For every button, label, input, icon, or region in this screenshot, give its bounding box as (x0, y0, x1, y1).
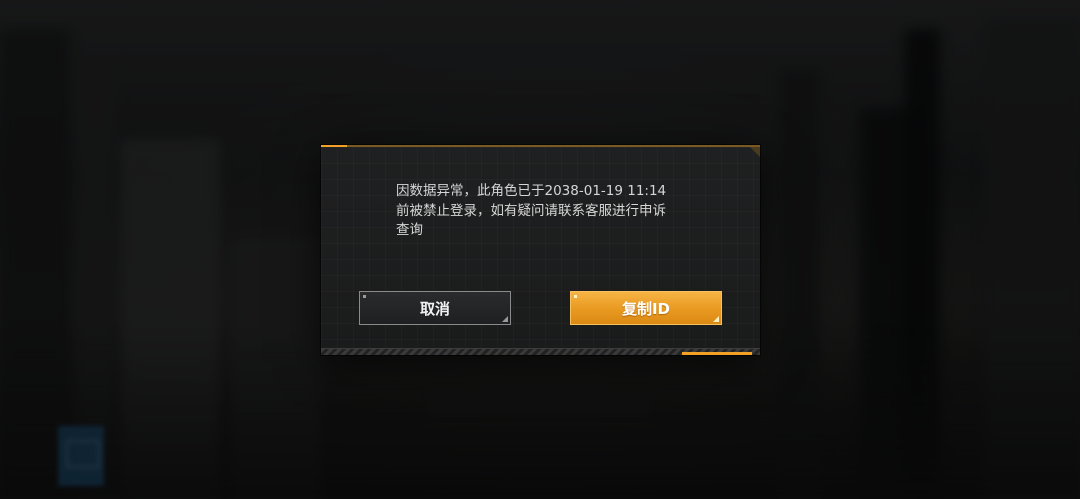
dialog-corner-decoration (750, 147, 760, 157)
ban-message: 因数据异常，此角色已于2038-01-19 11:14 前被禁止登录，如有疑问请… (396, 183, 667, 238)
ban-notice-dialog: 因数据异常，此角色已于2038-01-19 11:14 前被禁止登录，如有疑问请… (321, 145, 760, 355)
dialog-bottom-accent (682, 352, 752, 355)
button-corner-notch (502, 316, 508, 322)
button-corner-dot (363, 295, 366, 298)
cancel-button[interactable]: 取消 (359, 291, 511, 325)
game-screen: 因数据异常，此角色已于2038-01-19 11:14 前被禁止登录，如有疑问请… (0, 0, 1080, 499)
button-corner-dot (574, 295, 577, 298)
dialog-accent (321, 145, 347, 147)
copy-id-button-label: 复制ID (621, 299, 671, 318)
copy-id-button[interactable]: 复制ID (570, 291, 722, 325)
cancel-button-label: 取消 (419, 299, 450, 318)
button-corner-notch (713, 316, 719, 322)
